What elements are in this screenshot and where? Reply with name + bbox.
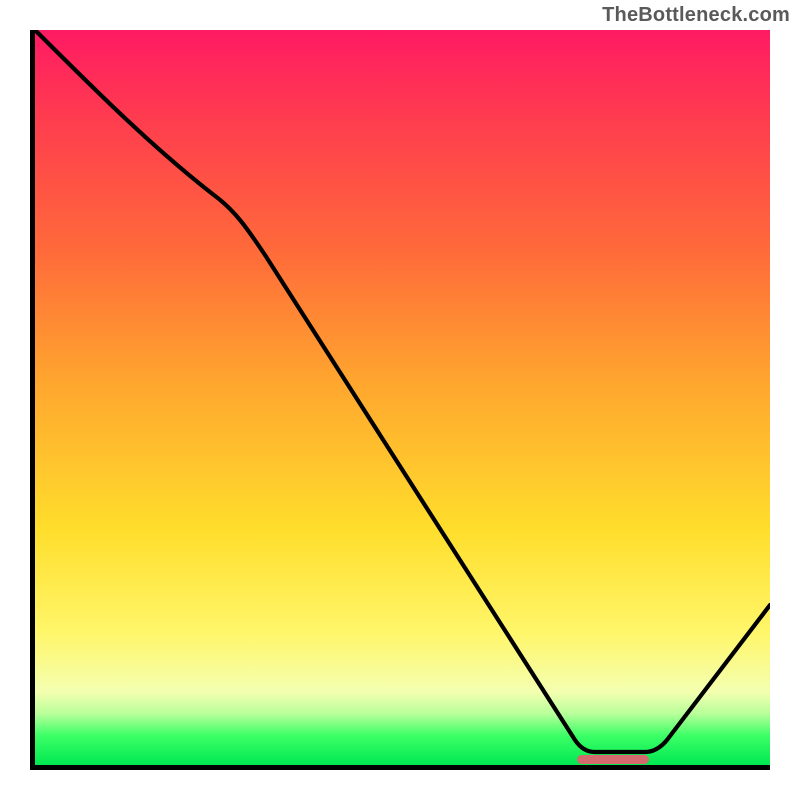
curve-path <box>35 30 770 752</box>
bottleneck-curve <box>35 30 770 765</box>
optimal-range-marker <box>577 755 649 764</box>
chart-container: TheBottleneck.com <box>0 0 800 800</box>
attribution-label: TheBottleneck.com <box>602 4 790 27</box>
plot-area <box>30 30 770 770</box>
